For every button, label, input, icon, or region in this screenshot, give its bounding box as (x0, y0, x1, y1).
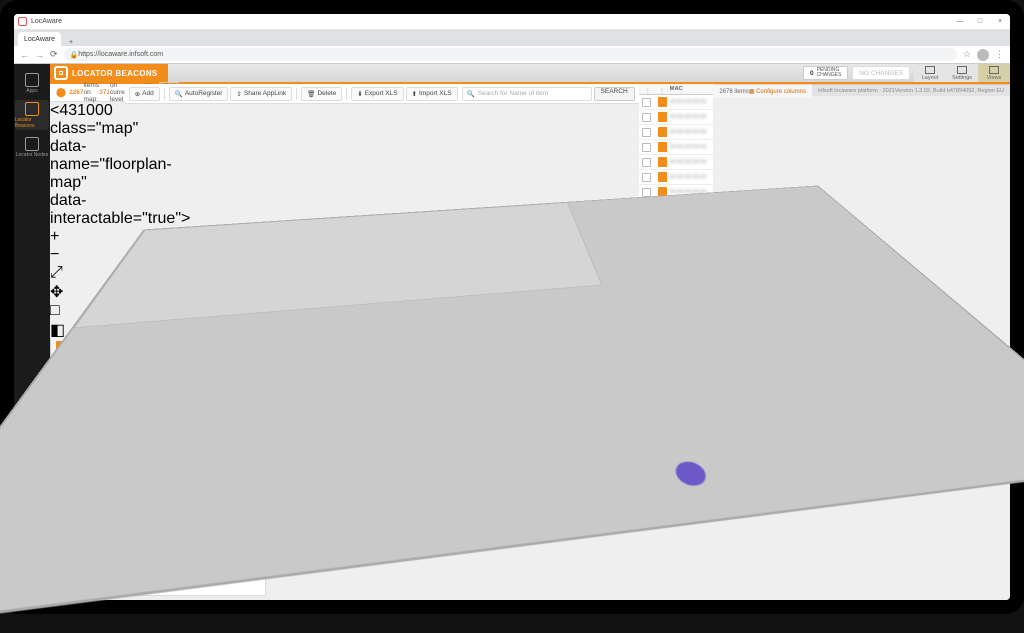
brand-logo-icon (54, 66, 68, 80)
mac-cell: xx:xx:xx:xx:xx (670, 99, 707, 105)
import-xls-button[interactable]: ⬆Import XLS (406, 87, 458, 101)
app-footer: infsoft locaware platform · 2021Version … (812, 84, 1010, 96)
grid-icon (25, 73, 39, 87)
browser-tab[interactable]: LocAware (18, 32, 61, 46)
map-tool-0[interactable]: + (50, 228, 125, 246)
menu-icon[interactable]: ⋮ (995, 49, 1004, 60)
hdr-settings-button[interactable]: Settings (946, 64, 978, 82)
titlebar-text: LocAware (31, 18, 62, 25)
app-icon (18, 17, 27, 26)
browser-urlbar: ← → ⟳ 🔒 https://locaware.infsoft.com ☆ ⋮ (14, 46, 1010, 64)
mac-cell: xx:xx:xx:xx:xx (670, 144, 707, 150)
beacon-icon (658, 172, 667, 182)
browser-tabbar: LocAware + (14, 30, 1010, 46)
row-checkbox[interactable] (642, 188, 651, 197)
row-checkbox[interactable] (642, 98, 651, 107)
table-row[interactable]: xx:xx:xx:xx:xx1011/17/2021 03:00…00 04 0… (639, 140, 714, 155)
mac-cell: xx:xx:xx:xx:xx (670, 114, 707, 120)
beacon-icon (658, 127, 667, 137)
col-1[interactable] (653, 84, 667, 95)
os-titlebar: LocAware — □ × (14, 14, 1010, 30)
share-applink-button[interactable]: ⇪Share AppLink (230, 87, 292, 101)
configure-columns-link[interactable]: ▦ Configure columns (749, 88, 806, 95)
sidebar-item-apps[interactable]: Apps (15, 68, 49, 98)
row-checkbox[interactable] (642, 113, 651, 122)
mac-cell: xx:xx:xx:xx:xx (670, 159, 707, 165)
nav-back-icon[interactable]: ← (20, 50, 29, 60)
page-title: LOCATOR BEACONS (72, 69, 158, 78)
window-min[interactable]: — (950, 18, 970, 25)
beacon-icon (658, 157, 667, 167)
table-row[interactable]: xx:xx:xx:xx:xx1011/16/2021 21:40…00 04 0… (639, 125, 714, 140)
plus-icon: ⊕ (135, 90, 140, 98)
hdr-layout-button[interactable]: Layout (914, 64, 946, 82)
window-max[interactable]: □ (970, 18, 990, 25)
no-changes-button: NO CHANGES (852, 66, 910, 80)
map-tool-1[interactable]: − (50, 246, 125, 264)
page-header: LOCATOR BEACONS 0 PENDING CHANGES NO CHA… (50, 64, 1010, 84)
row-checkbox[interactable] (642, 143, 651, 152)
node-icon (25, 137, 39, 151)
lock-icon: 🔒 (70, 51, 79, 59)
profile-avatar[interactable] (977, 49, 989, 61)
beacon-icon (25, 102, 39, 116)
new-tab-button[interactable]: + (65, 39, 77, 46)
col-0[interactable] (639, 84, 653, 95)
sidebar-item-locator-beacons[interactable]: Locator Beacons (15, 100, 49, 130)
grid-toolbar: ⊕Add 🔍AutoRegister ⇪Share AppLink 🗑Delet… (125, 84, 639, 104)
add-button[interactable]: ⊕Add (129, 87, 160, 101)
table-row[interactable]: xx:xx:xx:xx:xx1011/17/2021 03:27…00 04 0… (639, 95, 714, 110)
grid-header-row: MACCONFIG.IDCONFIG.TSCONFIG.DATACONFIG.V… (639, 84, 714, 95)
row-checkbox[interactable] (642, 173, 651, 182)
search-icon: 🔍 (467, 90, 475, 98)
mac-cell: xx:xx:xx:xx:xx (670, 174, 707, 180)
layout-icon (925, 66, 935, 74)
floorplan-shape (14, 185, 1010, 600)
row-count: 2678 items (719, 89, 748, 95)
search-button[interactable]: SEARCH (594, 87, 635, 101)
search-icon: 🔍 (175, 90, 183, 98)
nav-fwd-icon[interactable]: → (35, 50, 44, 60)
eye-icon (989, 66, 999, 74)
address-bar[interactable]: 🔒 https://locaware.infsoft.com (64, 48, 957, 61)
beacon-icon (658, 97, 667, 107)
share-icon: ⇪ (236, 90, 241, 98)
hdr-views-button[interactable]: Views (978, 64, 1010, 82)
autoregister-button[interactable]: 🔍AutoRegister (169, 87, 229, 101)
table-row[interactable]: xx:xx:xx:xx:xx1011/16/2021 21:40…00 0A 0… (639, 110, 714, 125)
pending-changes-button[interactable]: 0 PENDING CHANGES (803, 66, 848, 80)
col-MAC[interactable]: MAC (667, 84, 714, 95)
download-icon: ⬇ (357, 90, 362, 98)
trash-icon: 🗑 (307, 90, 315, 98)
row-checkbox[interactable] (642, 158, 651, 167)
table-row[interactable]: xx:xx:xx:xx:xx1011/16/2021 21:40…00 04 0… (639, 170, 714, 185)
map-info-bar: ⬤ 2267 items on map: 371 on current leve… (50, 84, 125, 102)
delete-button[interactable]: 🗑Delete (301, 87, 342, 101)
search-input[interactable]: 🔍Search for Name of item (462, 87, 592, 101)
upload-icon: ⬆ (412, 90, 417, 98)
beacon-icon (658, 112, 667, 122)
mac-cell: xx:xx:xx:xx:xx (670, 129, 707, 135)
map-pin-icon: ⬤ (56, 87, 66, 98)
bookmark-icon[interactable]: ☆ (963, 49, 971, 60)
beacon-icon (658, 142, 667, 152)
row-checkbox[interactable] (642, 128, 651, 137)
table-row[interactable]: xx:xx:xx:xx:xx1011/16/2021 21:38…00 04 0… (639, 155, 714, 170)
export-xls-button[interactable]: ⬇Export XLS (351, 87, 403, 101)
brand: LOCATOR BEACONS (50, 64, 168, 82)
grid-footer: 2678 items ▦ Configure columns (713, 84, 812, 98)
reload-icon[interactable]: ⟳ (50, 49, 58, 60)
sliders-icon (957, 66, 967, 74)
sidebar-item-locator-nodes[interactable]: Locator Nodes (15, 132, 49, 162)
window-close[interactable]: × (990, 18, 1010, 25)
